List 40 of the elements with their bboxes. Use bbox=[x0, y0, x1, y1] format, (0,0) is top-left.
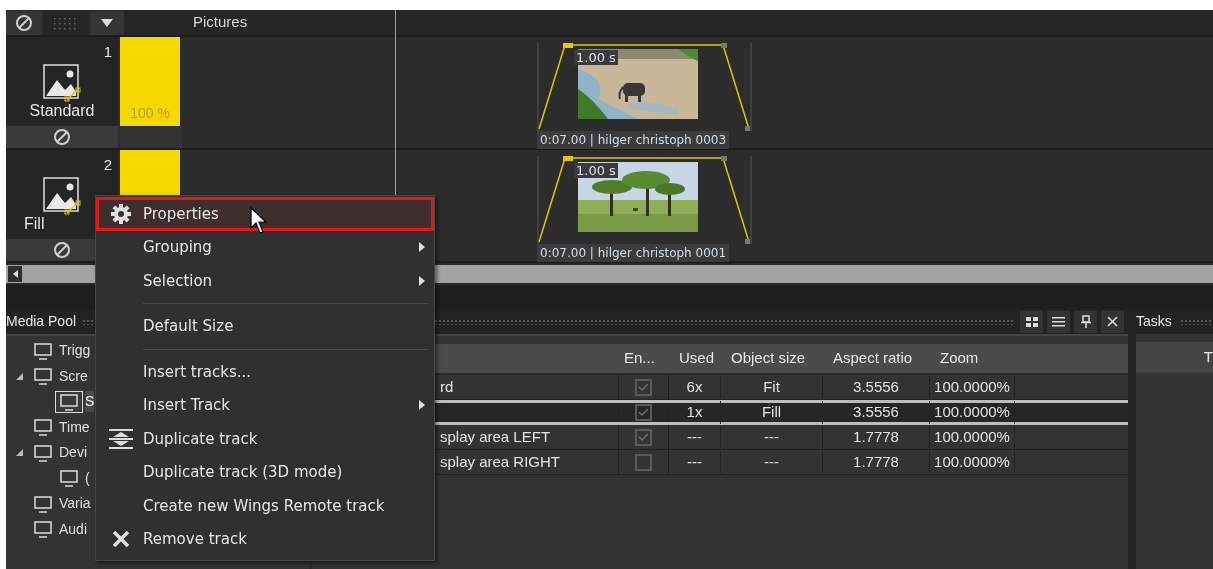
table-cell-text: rd bbox=[440, 376, 454, 397]
table-cell: --- bbox=[721, 425, 823, 449]
menu-label: Grouping bbox=[143, 237, 212, 258]
layer-name: Pictures bbox=[193, 12, 248, 33]
table-cell: 3.5556 bbox=[823, 375, 930, 399]
track-mode: Standard bbox=[29, 102, 95, 120]
menu-label: Default Size bbox=[143, 316, 234, 337]
table-cell-text: splay area RIGHT bbox=[440, 451, 561, 472]
track-mode: Fill bbox=[23, 215, 45, 233]
table-cell: 1x bbox=[669, 401, 721, 424]
table-cell: 6x bbox=[669, 375, 721, 399]
menu-label: Insert Track bbox=[143, 395, 231, 416]
table-cell: 100.0000% bbox=[930, 375, 1015, 399]
menu-label: Remove track bbox=[143, 529, 247, 550]
menu-label: Duplicate track bbox=[143, 428, 258, 450]
table-cell: --- bbox=[669, 450, 721, 474]
panel-title: Media Pool bbox=[6, 312, 77, 331]
table-cell: --- bbox=[721, 450, 823, 474]
table-cell: Fit bbox=[721, 375, 823, 399]
menu-label: Properties bbox=[143, 203, 219, 225]
table-cell: 1.7778 bbox=[823, 450, 930, 474]
panel-title: Tasks bbox=[1136, 312, 1172, 331]
table-cell: --- bbox=[669, 425, 721, 449]
fade-duration: 1.00 s bbox=[574, 50, 618, 65]
clip-caption: 0:07.00 | hilger christoph 0001 bbox=[537, 244, 730, 262]
table-cell: 100.0000% bbox=[930, 425, 1015, 449]
clip-caption: 0:07.00 | hilger christoph 0003 bbox=[537, 131, 730, 149]
table-cell: 100.0000% bbox=[930, 401, 1015, 424]
table-cell: 3.5556 bbox=[823, 401, 930, 424]
fade-duration: 1.00 s bbox=[574, 163, 618, 178]
menu-label: Create new Wings Remote track bbox=[143, 495, 385, 517]
table-cell: Fill bbox=[721, 401, 823, 424]
opacity-value: 100 % bbox=[130, 104, 170, 123]
table-cell: 100.0000% bbox=[930, 450, 1015, 474]
menu-label: Selection bbox=[143, 270, 213, 292]
track-number: 2 bbox=[103, 155, 112, 175]
table-cell: 1.7778 bbox=[823, 425, 930, 449]
track-number: 1 bbox=[103, 42, 112, 62]
menu-label: Insert tracks... bbox=[143, 361, 252, 383]
table-cell-text: splay area LEFT bbox=[440, 426, 551, 447]
